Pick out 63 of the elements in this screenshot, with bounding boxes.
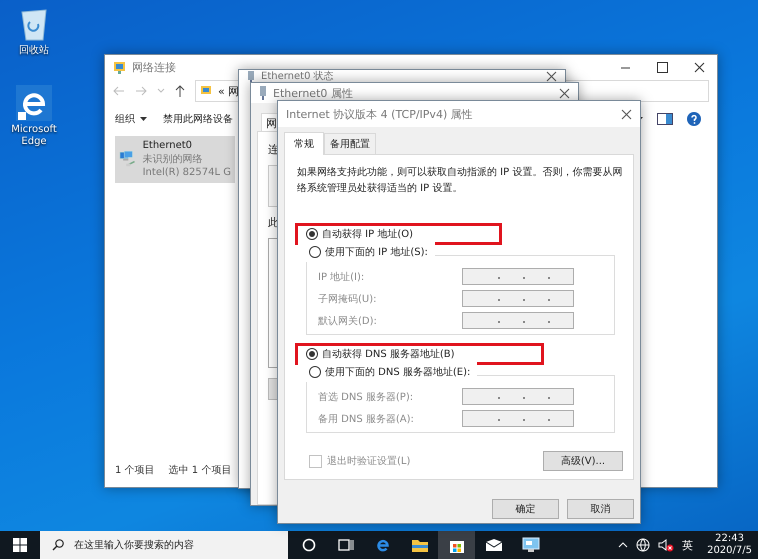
address-path[interactable]: « 网 (218, 84, 240, 98)
tab[interactable]: 备用配置 (324, 133, 376, 154)
input-language[interactable]: 英 (682, 538, 694, 552)
search-field[interactable]: 在这里输入你要搜索的内容 (40, 531, 288, 559)
close-icon[interactable] (621, 108, 632, 120)
caret-icon (140, 117, 147, 121)
circle-icon[interactable] (302, 538, 316, 552)
status-text: 1 个项目 (115, 464, 155, 477)
muted-speaker-icon[interactable] (658, 538, 674, 552)
windows-logo-icon[interactable] (13, 538, 27, 552)
globe-icon[interactable] (636, 538, 650, 552)
adapter-status: 未识别的网络 (142, 152, 204, 166)
edge-icon[interactable] (16, 85, 52, 121)
advanced-button[interactable]: 高级(V)... (543, 451, 623, 471)
close-icon[interactable] (559, 88, 570, 98)
search-placeholder: 在这里输入你要搜索的内容 (74, 538, 194, 552)
radio-icon (309, 366, 321, 378)
monitor-icon[interactable] (522, 537, 540, 553)
description-text: 如果网络支持此功能，则可以获取自动指派的 IP 设置。否则，你需要从网络系统管理员处获得适当的 IP 设置。 (297, 166, 624, 196)
chevron-up-icon[interactable] (618, 542, 628, 548)
taskbar-button[interactable] (438, 531, 475, 559)
network-folder-icon (200, 85, 212, 97)
status-text: 选中 1 个项目 (168, 464, 232, 477)
field-label: 默认网关(D): (318, 314, 377, 328)
window-title: Internet 协议版本 4 (TCP/IPv4) 属性 (286, 106, 473, 122)
field-label: 子网掩码(U): (318, 292, 376, 306)
network-folder-icon (113, 61, 126, 74)
close-icon[interactable] (694, 62, 705, 73)
dialog-button[interactable]: 取消 (567, 499, 634, 519)
help-icon[interactable] (687, 112, 701, 126)
preview-pane-icon[interactable] (657, 113, 673, 125)
window-title: Ethernet0 属性 (273, 86, 353, 100)
radio-option[interactable]: 自动获得 IP 地址(O) (306, 227, 414, 241)
envelope-icon[interactable] (484, 538, 502, 552)
radio-option[interactable]: 使用下面的 IP 地址(S): (309, 245, 428, 259)
toolbar-button[interactable]: 禁用此网络设备 (163, 112, 233, 126)
dialog-button[interactable]: 确定 (492, 499, 559, 519)
field-label: 备用 DNS 服务器(A): (318, 412, 414, 426)
network-adapter-icon (259, 86, 267, 100)
radio-option[interactable]: 使用下面的 DNS 服务器地址(E): (309, 365, 470, 379)
up-arrow-icon[interactable] (175, 85, 185, 97)
adapter-item[interactable]: Ethernet0 未识别的网络 Intel(R) 82574L G (115, 136, 235, 182)
network-adapter-icon (247, 71, 255, 84)
radio-icon (306, 228, 318, 240)
desktop-icon-label[interactable]: 回收站 (19, 45, 49, 57)
radio-icon (306, 348, 318, 360)
search-icon (52, 539, 64, 551)
maximize-icon[interactable] (657, 62, 668, 73)
field-label: 首选 DNS 服务器(P): (318, 390, 414, 404)
field-label: IP 地址(I): (318, 270, 364, 284)
clock[interactable]: 22:43 2020/7/5 (707, 532, 752, 558)
close-icon[interactable] (546, 71, 557, 82)
task-view-icon[interactable] (338, 538, 354, 552)
window-title: 网络连接 (132, 60, 176, 75)
toolbar-button[interactable]: 组织 (115, 112, 147, 126)
window-title: Ethernet0 状态 (261, 71, 334, 82)
desktop-icon-label[interactable]: Microsoft Edge (6, 124, 62, 148)
radio-icon (309, 246, 321, 258)
folder-icon[interactable] (410, 537, 428, 553)
radio-option[interactable]: 自动获得 DNS 服务器地址(B) (306, 347, 455, 361)
adapter-name: Ethernet0 (142, 139, 194, 152)
tab[interactable]: 常规 (284, 132, 324, 155)
adapter-device: Intel(R) 82574L G (142, 166, 231, 180)
